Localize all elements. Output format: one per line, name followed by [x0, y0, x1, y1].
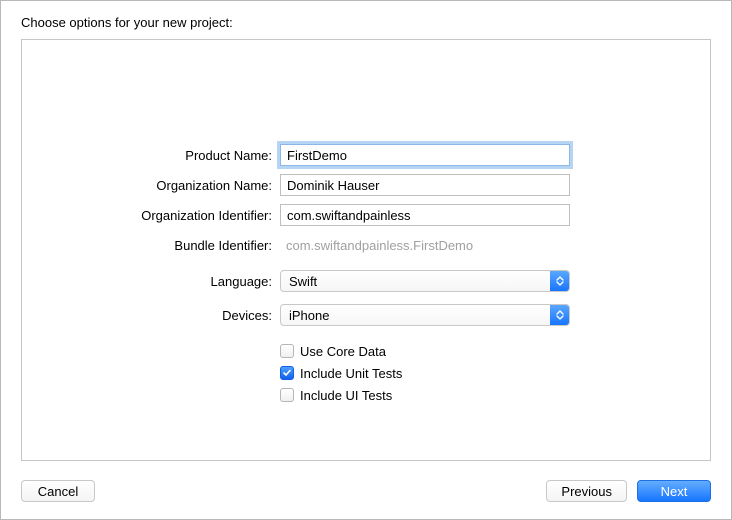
project-options-form: Product Name: Organization Name: Organiz… — [22, 140, 710, 406]
organization-name-input[interactable] — [280, 174, 570, 196]
organization-identifier-input[interactable] — [280, 204, 570, 226]
organization-name-label: Organization Name: — [22, 178, 280, 193]
language-label: Language: — [22, 274, 280, 289]
chevron-updown-icon — [550, 271, 569, 291]
devices-select-value: iPhone — [289, 308, 329, 323]
include-ui-tests-label: Include UI Tests — [300, 388, 392, 403]
include-unit-tests-label: Include Unit Tests — [300, 366, 402, 381]
use-core-data-label: Use Core Data — [300, 344, 386, 359]
chevron-updown-icon — [550, 305, 569, 325]
organization-identifier-label: Organization Identifier: — [22, 208, 280, 223]
bundle-identifier-label: Bundle Identifier: — [22, 238, 280, 253]
devices-label: Devices: — [22, 308, 280, 323]
next-button[interactable]: Next — [637, 480, 711, 502]
content-frame: Product Name: Organization Name: Organiz… — [21, 39, 711, 461]
language-select-value: Swift — [289, 274, 317, 289]
include-unit-tests-checkbox[interactable] — [280, 366, 294, 380]
button-bar: Cancel Previous Next — [21, 477, 711, 505]
cancel-button[interactable]: Cancel — [21, 480, 95, 502]
include-ui-tests-checkbox[interactable] — [280, 388, 294, 402]
previous-button[interactable]: Previous — [546, 480, 627, 502]
dialog-title: Choose options for your new project: — [1, 1, 731, 30]
language-select[interactable]: Swift — [280, 270, 570, 292]
devices-select[interactable]: iPhone — [280, 304, 570, 326]
bundle-identifier-value: com.swiftandpainless.FirstDemo — [280, 238, 473, 253]
use-core-data-checkbox[interactable] — [280, 344, 294, 358]
product-name-label: Product Name: — [22, 148, 280, 163]
product-name-input[interactable] — [280, 144, 570, 166]
